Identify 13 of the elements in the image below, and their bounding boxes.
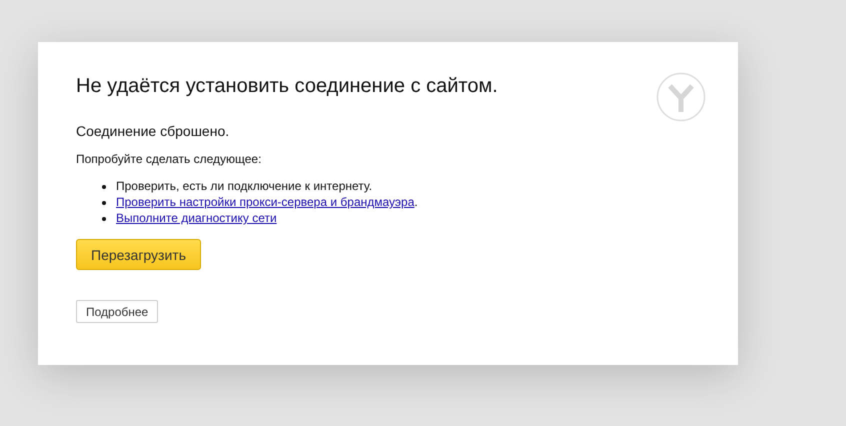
suggestion-link[interactable]: Выполните диагностику сети bbox=[116, 211, 277, 226]
reload-button[interactable]: Перезагрузить bbox=[76, 239, 201, 270]
error-title: Не удаётся установить соединение с сайтом. bbox=[76, 75, 499, 98]
suggestions-intro: Попробуйте сделать следующее: bbox=[76, 152, 262, 166]
punctuation: . bbox=[414, 195, 418, 210]
suggestion-text: Проверить, есть ли подключение к интернету. bbox=[116, 179, 372, 194]
suggestion-link[interactable]: Проверить настройки прокси-сервера и брандмауэра bbox=[116, 195, 414, 210]
error-reason: Соединение сброшено. bbox=[76, 123, 230, 139]
browser-logo-icon bbox=[656, 72, 706, 122]
bullet-icon bbox=[102, 200, 106, 204]
bullet-icon bbox=[102, 184, 106, 188]
details-button[interactable]: Подробнее bbox=[76, 300, 158, 323]
bullet-icon bbox=[102, 216, 106, 220]
